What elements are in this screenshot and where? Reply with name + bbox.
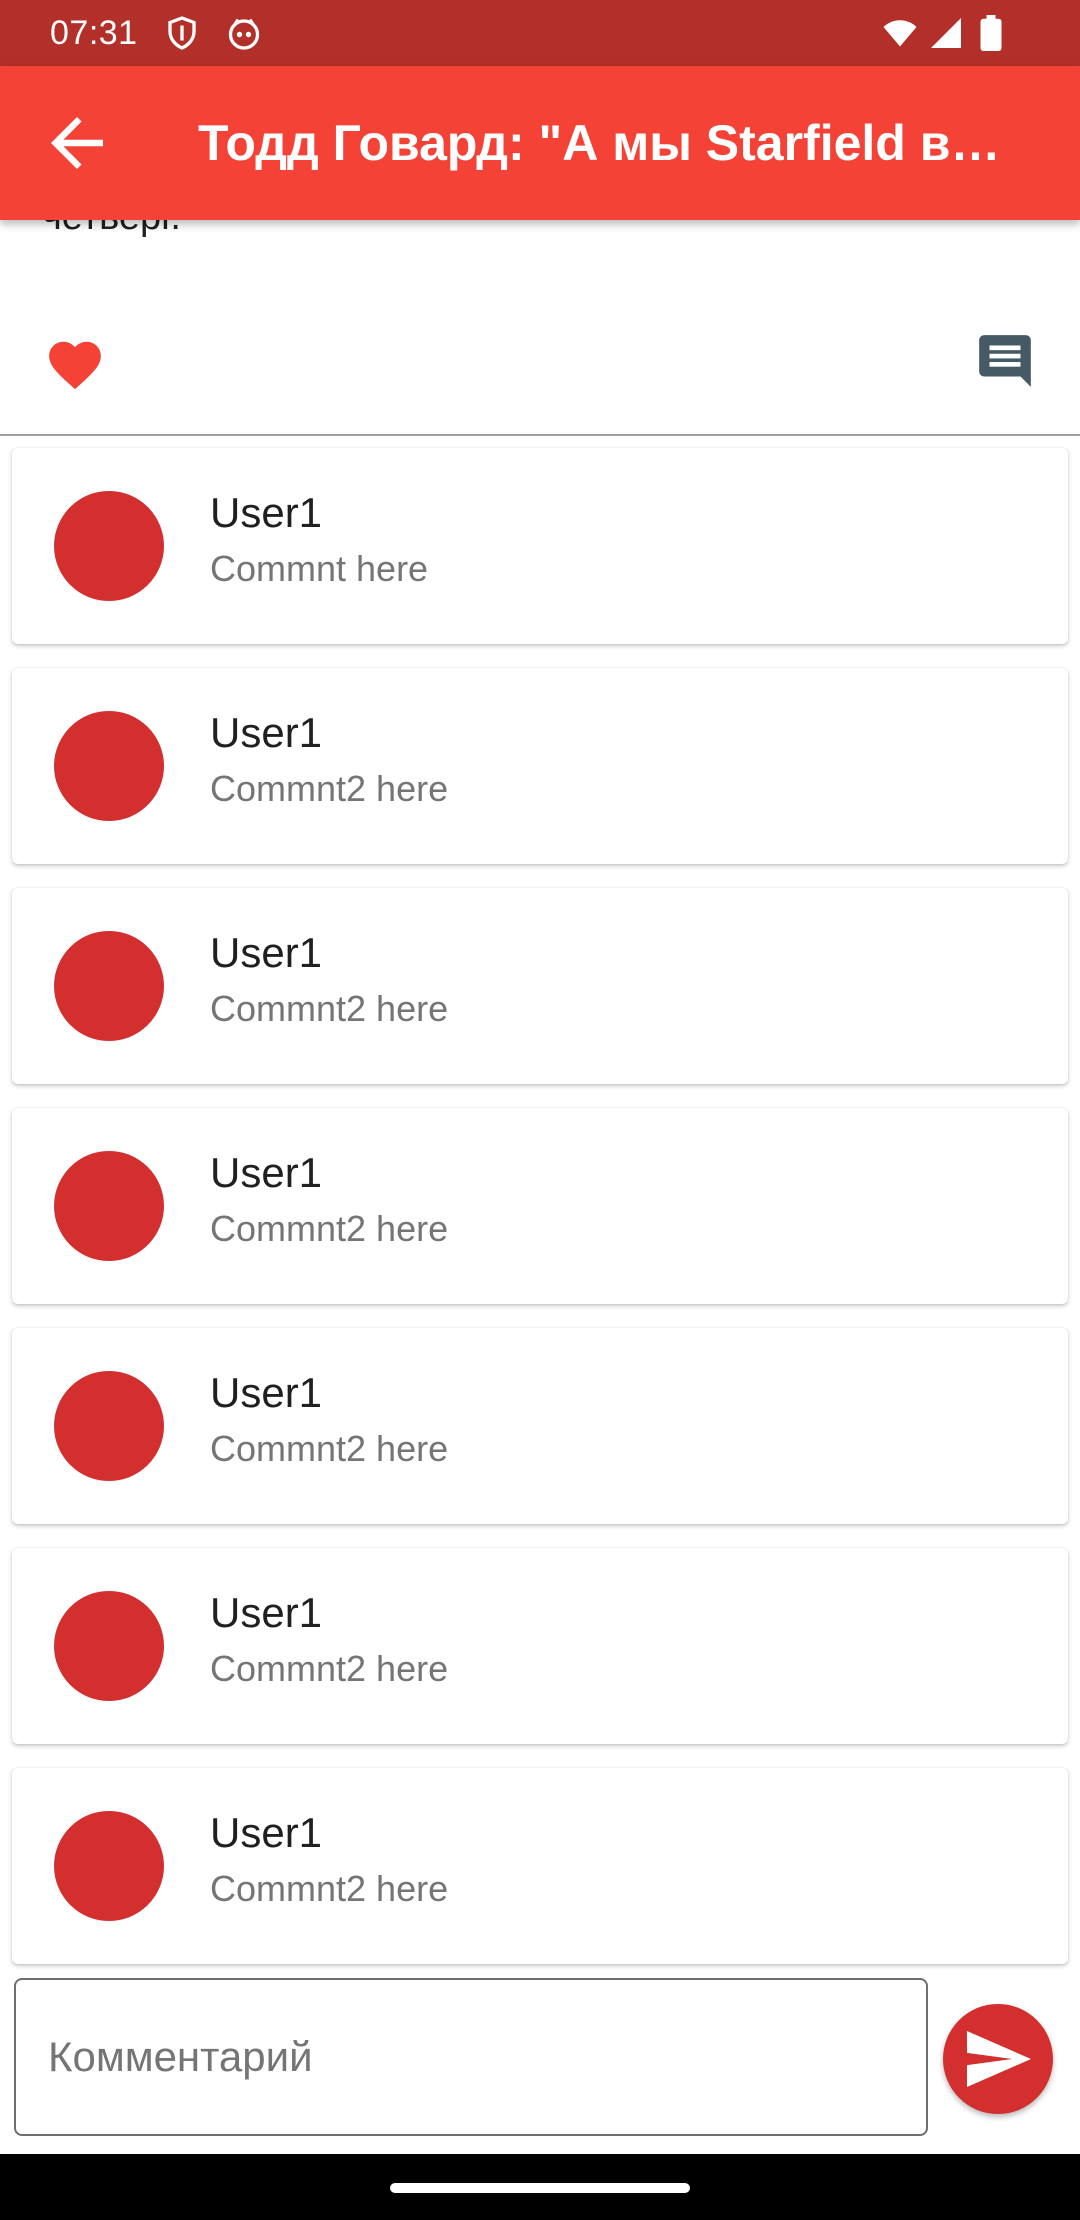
- comment-text: Commnt2 here: [210, 1428, 449, 1469]
- avatar: [54, 491, 164, 601]
- avatar: [54, 931, 164, 1041]
- comments-button[interactable]: [974, 330, 1036, 392]
- comment-username: User1: [210, 489, 323, 536]
- comment-text: Commnt here: [210, 548, 429, 589]
- comment-username: User1: [210, 1149, 323, 1196]
- comment-card: User1 Commnt2 here: [12, 1768, 1068, 1964]
- article-actions: [0, 300, 1080, 436]
- shield-icon: [164, 15, 200, 51]
- comment-composer: [0, 1978, 1080, 2154]
- heart-icon: [49, 341, 101, 390]
- avatar: [54, 711, 164, 821]
- comment-icon: [979, 335, 1031, 387]
- comment-username: User1: [210, 1369, 323, 1416]
- battery-icon: [978, 15, 1004, 51]
- comment-username: User1: [210, 1809, 323, 1856]
- comment-username: User1: [210, 709, 323, 756]
- send-button[interactable]: [943, 2004, 1053, 2114]
- comment-card: User1 Commnt2 here: [12, 1108, 1068, 1304]
- back-button[interactable]: [38, 104, 116, 182]
- like-button[interactable]: [44, 334, 106, 396]
- comment-card: User1 Commnt2 here: [12, 1548, 1068, 1744]
- send-icon: [967, 2031, 1031, 2087]
- avatar: [54, 1811, 164, 1921]
- comment-text: Commnt2 here: [210, 768, 449, 809]
- avatar: [54, 1151, 164, 1261]
- avatar: [54, 1591, 164, 1701]
- comment-text: Commnt2 here: [210, 1868, 449, 1909]
- comment-card: User1 Commnt2 here: [12, 1328, 1068, 1524]
- comment-list[interactable]: User1 Commnt here User1 Commnt2 here Use…: [0, 436, 1080, 1976]
- comment-card: User1 Commnt2 here: [12, 668, 1068, 864]
- arrow-back-icon: [51, 117, 103, 169]
- comment-text: Commnt2 here: [210, 988, 449, 1029]
- status-time: 07:31: [50, 14, 138, 52]
- home-gesture-handle[interactable]: [390, 2183, 690, 2193]
- comment-text: Commnt2 here: [210, 1208, 449, 1249]
- comment-card: User1 Commnt2 here: [12, 888, 1068, 1084]
- notification-icon: [226, 15, 262, 51]
- comment-username: User1: [210, 929, 323, 976]
- signal-icon: [928, 15, 964, 51]
- navigation-bar: [0, 2154, 1080, 2220]
- avatar: [54, 1371, 164, 1481]
- comment-card: User1 Commnt here: [12, 448, 1068, 644]
- comment-text: Commnt2 here: [210, 1648, 449, 1689]
- app-bar: Тодд Говард: "А мы Starfield в…: [0, 66, 1080, 220]
- page-title: Тодд Говард: "А мы Starfield в…: [198, 115, 1001, 171]
- comment-username: User1: [210, 1589, 323, 1636]
- wifi-icon: [880, 15, 920, 51]
- comment-input[interactable]: [14, 1978, 928, 2136]
- status-bar: 07:31: [0, 0, 1080, 66]
